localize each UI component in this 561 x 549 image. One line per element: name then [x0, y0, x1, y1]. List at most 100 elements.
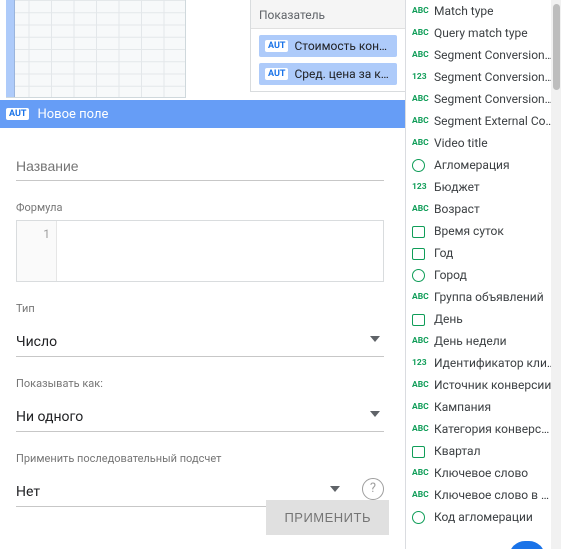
dimension-label: Segment Conversion …	[434, 48, 555, 62]
text-type-icon: ABC	[412, 204, 434, 214]
text-type-icon: ABC	[412, 424, 434, 434]
add-fab[interactable]	[509, 541, 545, 549]
dimension-label: Код агломерации	[434, 510, 555, 524]
show-as-label: Показывать как:	[16, 377, 389, 390]
dimension-label: Время суток	[434, 224, 555, 238]
number-type-icon: 123	[412, 72, 434, 82]
dimension-label: Match type	[434, 4, 555, 18]
dimension-label: Источник конверсии	[434, 378, 555, 392]
dimension-label: Segment Conversion …	[434, 92, 555, 106]
dimensions-list: ABCMatch typeABCQuery match typeABCSegme…	[405, 0, 561, 549]
indicator-header: Показатель	[251, 0, 405, 29]
dimension-item[interactable]: 123Идентификатор кли…	[406, 352, 561, 374]
show-as-value: Ни одного	[16, 409, 83, 425]
scrollbar[interactable]	[551, 0, 561, 549]
dimension-item[interactable]: ABCКампания	[406, 396, 561, 418]
dimension-item[interactable]: Время суток	[406, 220, 561, 242]
field-name-input[interactable]	[16, 152, 384, 181]
geo-type-icon	[412, 267, 434, 283]
field-editor-form: Формула 1 Тип Число Показывать как: Ни о…	[0, 128, 405, 549]
chart-preview-area	[0, 0, 250, 100]
dimension-label: Квартал	[434, 444, 555, 458]
indicator-panel: Показатель AUT Стоимость конве… AUT Сред…	[250, 0, 405, 92]
dimension-item[interactable]: ABCДень недели	[406, 330, 561, 352]
dimension-item[interactable]: ABCИсточник конверсии	[406, 374, 561, 396]
text-type-icon: ABC	[412, 402, 434, 412]
dimension-label: Query match type	[434, 26, 555, 40]
apply-button[interactable]: ПРИМЕНИТЬ	[266, 500, 389, 535]
dimension-label: Год	[434, 246, 555, 260]
line-number: 1	[17, 221, 57, 281]
dimension-item[interactable]: 123Бюджет	[406, 176, 561, 198]
dimension-item[interactable]: ABCQuery match type	[406, 22, 561, 44]
number-type-icon: 123	[412, 358, 434, 368]
new-field-bar: AUT Новое поле	[0, 100, 405, 128]
metric-chip[interactable]: AUT Стоимость конве…	[259, 35, 397, 57]
date-type-icon	[412, 246, 434, 261]
dimension-label: Город	[434, 268, 555, 282]
geo-type-icon	[412, 509, 434, 525]
help-icon[interactable]: ?	[362, 478, 384, 500]
date-type-icon	[412, 312, 434, 327]
dimension-label: День	[434, 312, 555, 326]
dimension-item[interactable]: ABCSegment External Con…	[406, 110, 561, 132]
scrollbar-thumb[interactable]	[553, 4, 560, 90]
dimension-item[interactable]: ABCГруппа объявлений	[406, 286, 561, 308]
text-type-icon: ABC	[412, 490, 434, 500]
dimension-label: Агломерация	[434, 158, 555, 172]
chevron-down-icon	[370, 411, 380, 417]
text-type-icon: ABC	[412, 50, 434, 60]
aut-badge: AUT	[265, 40, 288, 52]
chevron-down-icon	[370, 336, 380, 342]
dimension-item[interactable]: ABCКатегория конверсии	[406, 418, 561, 440]
number-type-icon: 123	[412, 182, 434, 192]
sequential-count-value: Нет	[16, 484, 40, 500]
metric-chip[interactable]: AUT Сред. цена за клик	[259, 63, 397, 85]
type-label: Тип	[16, 302, 389, 315]
text-type-icon: ABC	[412, 138, 434, 148]
formula-editor[interactable]: 1	[16, 220, 384, 282]
chevron-down-icon	[330, 486, 340, 492]
dimension-label: Возраст	[434, 202, 555, 216]
formula-label: Формула	[16, 201, 389, 214]
show-as-select[interactable]: Ни одного	[16, 396, 384, 432]
dimension-item[interactable]: Город	[406, 264, 561, 286]
formula-input[interactable]	[57, 221, 383, 281]
aut-badge: AUT	[265, 68, 288, 80]
dimension-item[interactable]: ABCSegment Conversion …	[406, 44, 561, 66]
dimension-item[interactable]: Год	[406, 242, 561, 264]
dimension-item[interactable]: ABCКлючевое слово	[406, 462, 561, 484]
dimension-label: Segment Conversion …	[434, 70, 555, 84]
dimension-label: Группа объявлений	[434, 290, 555, 304]
dimension-label: Ключевое слово	[434, 466, 555, 480]
type-select[interactable]: Число	[16, 321, 384, 357]
date-type-icon	[412, 444, 434, 459]
geo-type-icon	[412, 157, 434, 173]
dimension-item[interactable]: ABCSegment Conversion …	[406, 88, 561, 110]
dimension-item[interactable]: ABCMatch type	[406, 0, 561, 22]
text-type-icon: ABC	[412, 292, 434, 302]
text-type-icon: ABC	[412, 28, 434, 38]
text-type-icon: ABC	[412, 468, 434, 478]
dimension-item[interactable]: ABCVideo title	[406, 132, 561, 154]
dimension-item[interactable]: День	[406, 308, 561, 330]
dimension-item[interactable]: Код агломерации	[406, 506, 561, 528]
text-type-icon: ABC	[412, 380, 434, 390]
text-type-icon: ABC	[412, 94, 434, 104]
chart-bar	[6, 0, 15, 97]
new-field-title: Новое поле	[37, 107, 108, 122]
dimension-label: Идентификатор кли…	[434, 356, 555, 370]
dimension-label: Video title	[434, 136, 555, 150]
dimension-item[interactable]: ABCВозраст	[406, 198, 561, 220]
chart-grid	[6, 0, 186, 98]
text-type-icon: ABC	[412, 116, 434, 126]
text-type-icon: ABC	[412, 6, 434, 16]
dimension-item[interactable]: ABCКлючевое слово в К…	[406, 484, 561, 506]
dimension-item[interactable]: Квартал	[406, 440, 561, 462]
aut-badge: AUT	[6, 108, 29, 120]
metric-chip-label: Сред. цена за клик	[294, 67, 391, 81]
dimension-item[interactable]: Агломерация	[406, 154, 561, 176]
dimension-label: Категория конверсии	[434, 422, 555, 436]
dimension-label: Ключевое слово в К…	[434, 488, 555, 502]
dimension-item[interactable]: 123Segment Conversion …	[406, 66, 561, 88]
